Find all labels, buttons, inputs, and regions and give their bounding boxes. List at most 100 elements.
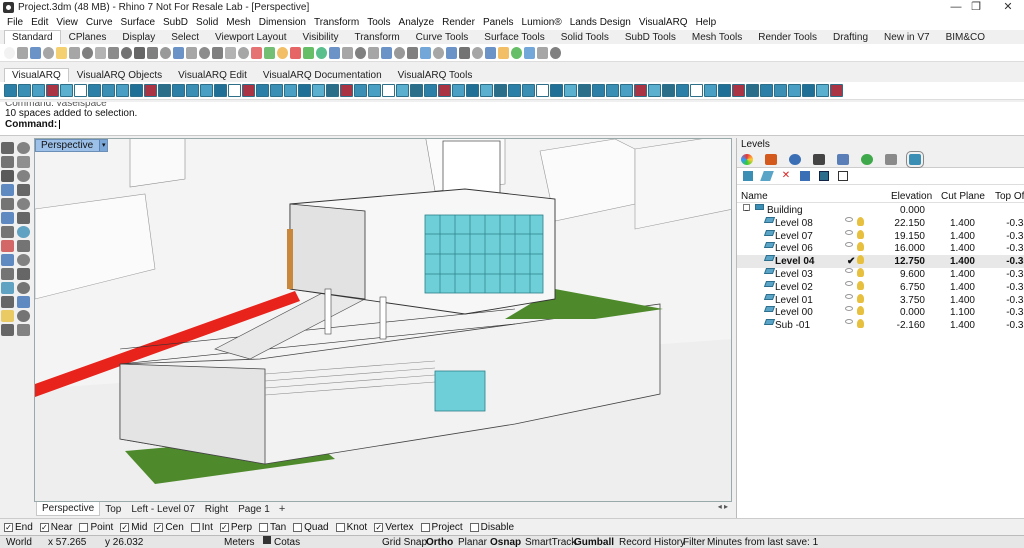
osnap-int-checkbox[interactable] xyxy=(190,522,200,532)
osnap-tan-checkbox[interactable] xyxy=(259,522,269,532)
left-tool-27-icon[interactable] xyxy=(1,324,14,336)
building-row[interactable]: − Building 0.000 xyxy=(737,204,1024,217)
standard-tool-22-icon[interactable] xyxy=(277,46,288,59)
standard-tool-10-icon[interactable] xyxy=(121,46,132,59)
left-tool-1-icon[interactable] xyxy=(1,142,14,154)
standard-tool-43-icon[interactable] xyxy=(550,46,561,59)
planar-toggle[interactable]: Planar xyxy=(458,536,487,548)
command-input[interactable] xyxy=(59,120,61,129)
light-bulb-icon[interactable] xyxy=(857,267,864,277)
standard-tool-34-icon[interactable] xyxy=(433,46,444,59)
standard-tool-40-icon[interactable] xyxy=(511,46,522,59)
maximize-button[interactable]: ❐ xyxy=(962,0,990,15)
smarttrack-toggle[interactable]: SmartTrack xyxy=(525,536,576,548)
new-building-icon[interactable] xyxy=(743,171,753,181)
column-top-offset[interactable]: Top Offs xyxy=(995,190,1024,203)
visualarq-tool-39-icon[interactable] xyxy=(536,84,549,97)
viewport-tab-scroll-arrows-icon[interactable]: ◂ ▸ xyxy=(718,502,728,511)
standard-tool-31-icon[interactable] xyxy=(394,46,405,59)
visualarq-tool-46-icon[interactable] xyxy=(634,84,647,97)
standard-tool-30-icon[interactable] xyxy=(381,46,392,59)
left-tool-4-icon[interactable] xyxy=(17,156,30,168)
left-tool-10-icon[interactable] xyxy=(17,198,30,210)
visualarq-tool-24-icon[interactable] xyxy=(326,84,339,97)
standard-tool-7-icon[interactable] xyxy=(82,46,93,59)
standard-tool-20-icon[interactable] xyxy=(251,46,262,59)
move-to-level-icon[interactable] xyxy=(819,171,829,181)
standard-tool-39-icon[interactable] xyxy=(498,46,509,59)
visualarq-tool-5-icon[interactable] xyxy=(60,84,73,97)
visualarq-tool-22-icon[interactable] xyxy=(298,84,311,97)
level-properties-icon[interactable] xyxy=(800,171,810,181)
menu-lands-design[interactable]: Lands Design xyxy=(566,15,635,30)
osnap-near[interactable]: ✓ Near xyxy=(39,522,72,533)
visualarq-tool-50-icon[interactable] xyxy=(690,84,703,97)
standard-tool-28-icon[interactable] xyxy=(355,46,366,59)
left-tool-24-icon[interactable] xyxy=(17,296,30,308)
visualarq-tool-31-icon[interactable] xyxy=(424,84,437,97)
left-tool-3-icon[interactable] xyxy=(1,156,14,168)
visualarq-tool-54-icon[interactable] xyxy=(746,84,759,97)
level-row[interactable]: Level 08 22.150 1.400 -0.35 xyxy=(737,216,1024,230)
visualarq-tool-14-icon[interactable] xyxy=(186,84,199,97)
menu-subd[interactable]: SubD xyxy=(159,15,192,30)
level-row[interactable]: Level 06 16.000 1.400 -0.35 xyxy=(737,242,1024,255)
visualarq-tool-23-icon[interactable] xyxy=(312,84,325,97)
left-tool-21-icon[interactable] xyxy=(1,282,14,294)
light-bulb-icon[interactable] xyxy=(857,306,864,316)
left-tool-19-icon[interactable] xyxy=(1,268,14,280)
tab-visualarq[interactable]: VisualARQ xyxy=(4,68,69,82)
left-tool-5-icon[interactable] xyxy=(1,170,14,182)
standard-tool-18-icon[interactable] xyxy=(225,46,236,59)
viewport-title-tab[interactable]: Perspective ▾ xyxy=(35,139,109,152)
viewport-tab-left-level-07[interactable]: Left - Level 07 xyxy=(126,503,199,516)
viewport-tab-top[interactable]: Top xyxy=(100,503,126,516)
standard-tool-1-icon[interactable] xyxy=(4,46,15,59)
filter-toggle[interactable]: Filter xyxy=(683,536,705,548)
osnap-disable[interactable]: Disable xyxy=(469,522,514,533)
visualarq-tool-49-icon[interactable] xyxy=(676,84,689,97)
visualarq-tool-40-icon[interactable] xyxy=(550,84,563,97)
menu-visualarq[interactable]: VisualARQ xyxy=(635,15,692,30)
light-bulb-icon[interactable] xyxy=(857,216,864,226)
visualarq-tool-11-icon[interactable] xyxy=(144,84,157,97)
column-cut-plane[interactable]: Cut Plane xyxy=(941,190,985,203)
standard-tool-23-icon[interactable] xyxy=(290,46,301,59)
osnap-project-checkbox[interactable] xyxy=(420,522,430,532)
osnap-knot-checkbox[interactable] xyxy=(335,522,345,532)
visualarq-tool-36-icon[interactable] xyxy=(494,84,507,97)
standard-tool-25-icon[interactable] xyxy=(316,46,327,59)
standard-tool-27-icon[interactable] xyxy=(342,46,353,59)
visualarq-tool-35-icon[interactable] xyxy=(480,84,493,97)
visibility-icon[interactable] xyxy=(845,319,853,325)
visualarq-tool-18-icon[interactable] xyxy=(242,84,255,97)
osnap-point-checkbox[interactable] xyxy=(79,522,89,532)
standard-tool-36-icon[interactable] xyxy=(459,46,470,59)
osnap-end[interactable]: ✓ End xyxy=(4,522,33,533)
menu-solid[interactable]: Solid xyxy=(192,15,222,30)
osnap-point[interactable]: Point xyxy=(79,522,113,533)
visualarq-tool-1-icon[interactable] xyxy=(4,84,17,97)
osnap-mid-checkbox[interactable]: ✓ xyxy=(120,522,130,532)
menu-tools[interactable]: Tools xyxy=(363,15,394,30)
level-row[interactable]: Level 02 6.750 1.400 -0.35 xyxy=(737,280,1024,294)
osnap-disable-checkbox[interactable] xyxy=(469,522,479,532)
visualarq-tool-41-icon[interactable] xyxy=(564,84,577,97)
standard-tool-42-icon[interactable] xyxy=(537,46,548,59)
visualarq-tool-59-icon[interactable] xyxy=(816,84,829,97)
visualarq-tool-45-icon[interactable] xyxy=(620,84,633,97)
menu-help[interactable]: Help xyxy=(692,15,721,30)
visualarq-tool-15-icon[interactable] xyxy=(200,84,213,97)
menu-panels[interactable]: Panels xyxy=(479,15,518,30)
visibility-icon[interactable] xyxy=(845,293,853,299)
standard-tool-35-icon[interactable] xyxy=(446,46,457,59)
standard-tool-24-icon[interactable] xyxy=(303,46,314,59)
left-tool-6-icon[interactable] xyxy=(17,170,30,182)
light-bulb-icon[interactable] xyxy=(857,319,864,329)
menu-curve[interactable]: Curve xyxy=(82,15,117,30)
osnap-cen[interactable]: ✓ Cen xyxy=(154,522,184,533)
visualarq-tool-37-icon[interactable] xyxy=(508,84,521,97)
visualarq-tool-34-icon[interactable] xyxy=(466,84,479,97)
column-name[interactable]: Name xyxy=(741,190,768,203)
osnap-mid[interactable]: ✓ Mid xyxy=(120,522,147,533)
